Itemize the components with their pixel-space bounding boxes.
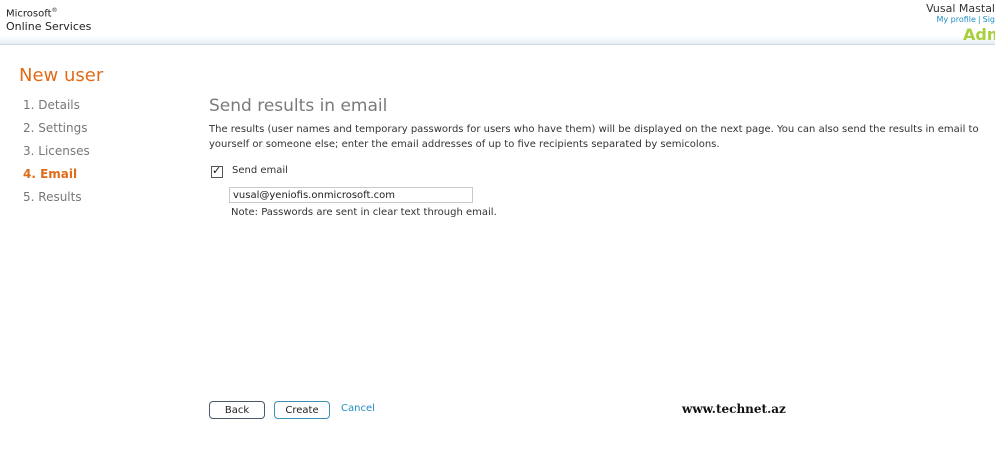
logo-trademark: ® bbox=[51, 7, 58, 14]
link-separator: | bbox=[977, 15, 981, 24]
section-description: The results (user names and temporary pa… bbox=[209, 124, 979, 150]
logo-line1: Microsoft® bbox=[6, 4, 91, 20]
send-email-checkbox[interactable] bbox=[211, 164, 223, 178]
section-title: Send results in email bbox=[209, 96, 388, 116]
cancel-link[interactable]: Cancel bbox=[341, 403, 375, 414]
admin-label: Adm bbox=[963, 25, 995, 44]
step-details: 1. Details bbox=[23, 98, 80, 112]
send-email-label: Send email bbox=[232, 165, 288, 176]
email-recipients-input[interactable] bbox=[229, 187, 473, 203]
step-results: 5. Results bbox=[23, 190, 82, 204]
header-shade bbox=[0, 36, 995, 44]
step-settings: 2. Settings bbox=[23, 121, 88, 135]
watermark-text: www.technet.az bbox=[682, 402, 786, 416]
page-title: New user bbox=[19, 65, 104, 86]
step-licenses: 3. Licenses bbox=[23, 144, 90, 158]
password-note: Note: Passwords are sent in clear text t… bbox=[231, 207, 497, 218]
signed-in-user-name: Vusal Mastal bbox=[926, 2, 995, 15]
top-header: Microsoft® Online Services Vusal Mastal … bbox=[0, 0, 995, 45]
create-button[interactable]: Create bbox=[274, 401, 330, 419]
sign-out-link[interactable]: Sig bbox=[983, 15, 995, 24]
logo-microsoft-text: Microsoft bbox=[6, 8, 52, 20]
logo-line2: Online Services bbox=[6, 20, 92, 34]
my-profile-link[interactable]: My profile bbox=[936, 15, 975, 24]
step-email-current: 4. Email bbox=[23, 167, 78, 181]
wizard-steps: 1. Details 2. Settings 3. Licenses 4. Em… bbox=[23, 97, 90, 212]
microsoft-online-services-logo: Microsoft® Online Services bbox=[6, 4, 91, 33]
back-button[interactable]: Back bbox=[209, 401, 265, 419]
user-links: My profile | Sig bbox=[936, 15, 995, 24]
